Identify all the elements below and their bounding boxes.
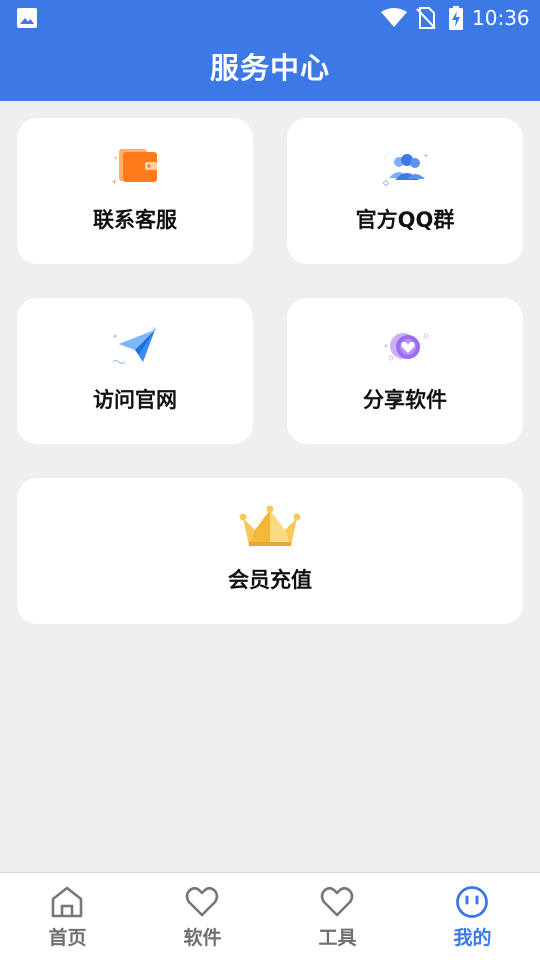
- share-app-card[interactable]: 分享软件: [287, 298, 523, 444]
- wifi-icon: [381, 8, 407, 27]
- nav-item-tools[interactable]: 工具: [270, 873, 405, 960]
- nav-label-tools: 工具: [318, 927, 357, 949]
- share-app-label: 分享软件: [363, 388, 447, 412]
- app-header: 10:36 服务中心: [0, 0, 540, 101]
- home-icon: [51, 886, 83, 918]
- status-time: 10:36: [472, 6, 530, 30]
- membership-recharge-label: 会员充值: [228, 568, 312, 592]
- status-bar: 10:36: [0, 0, 540, 36]
- smiley-icon: [456, 886, 488, 918]
- svg-text:+: +: [151, 326, 158, 334]
- nav-item-home[interactable]: 首页: [0, 873, 135, 960]
- contact-support-label: 联系客服: [93, 208, 177, 232]
- crown-icon: [239, 505, 301, 546]
- page-title: 服务中心: [209, 51, 330, 85]
- nav-label-home: 首页: [48, 927, 87, 949]
- svg-text:⋰: ⋰: [383, 151, 391, 160]
- no-sim-icon: [416, 7, 436, 29]
- heart-icon: [185, 886, 219, 917]
- battery-charging-icon: [449, 6, 463, 30]
- paper-plane-icon: + ▸: [112, 326, 158, 365]
- group-icon: ⋰ ✦: [382, 151, 429, 186]
- svg-text:✦: ✦: [423, 152, 429, 160]
- nav-label-mine: 我的: [453, 927, 492, 949]
- gallery-icon: [17, 8, 37, 28]
- bottom-navigation: 首页 软件 工具 我的: [0, 872, 540, 960]
- official-qq-group-label: 官方QQ群: [355, 208, 455, 232]
- heart-icon: [320, 886, 354, 917]
- membership-recharge-card[interactable]: 会员充值: [17, 478, 523, 624]
- svg-text:+: +: [111, 177, 118, 186]
- nav-item-software[interactable]: 软件: [135, 873, 270, 960]
- svg-text:✦: ✦: [113, 155, 118, 162]
- visit-website-card[interactable]: + ▸ 访问官网: [17, 298, 253, 444]
- wallet-icon: + ✦: [111, 149, 157, 186]
- svg-text:▸: ▸: [114, 332, 118, 340]
- official-qq-group-card[interactable]: ⋰ ✦ 官方QQ群: [287, 118, 523, 264]
- nav-label-software: 软件: [183, 927, 222, 949]
- heart-badge-icon: [384, 333, 429, 361]
- nav-item-mine[interactable]: 我的: [405, 873, 540, 960]
- contact-support-card[interactable]: + ✦ 联系客服: [17, 118, 253, 264]
- visit-website-label: 访问官网: [93, 388, 177, 412]
